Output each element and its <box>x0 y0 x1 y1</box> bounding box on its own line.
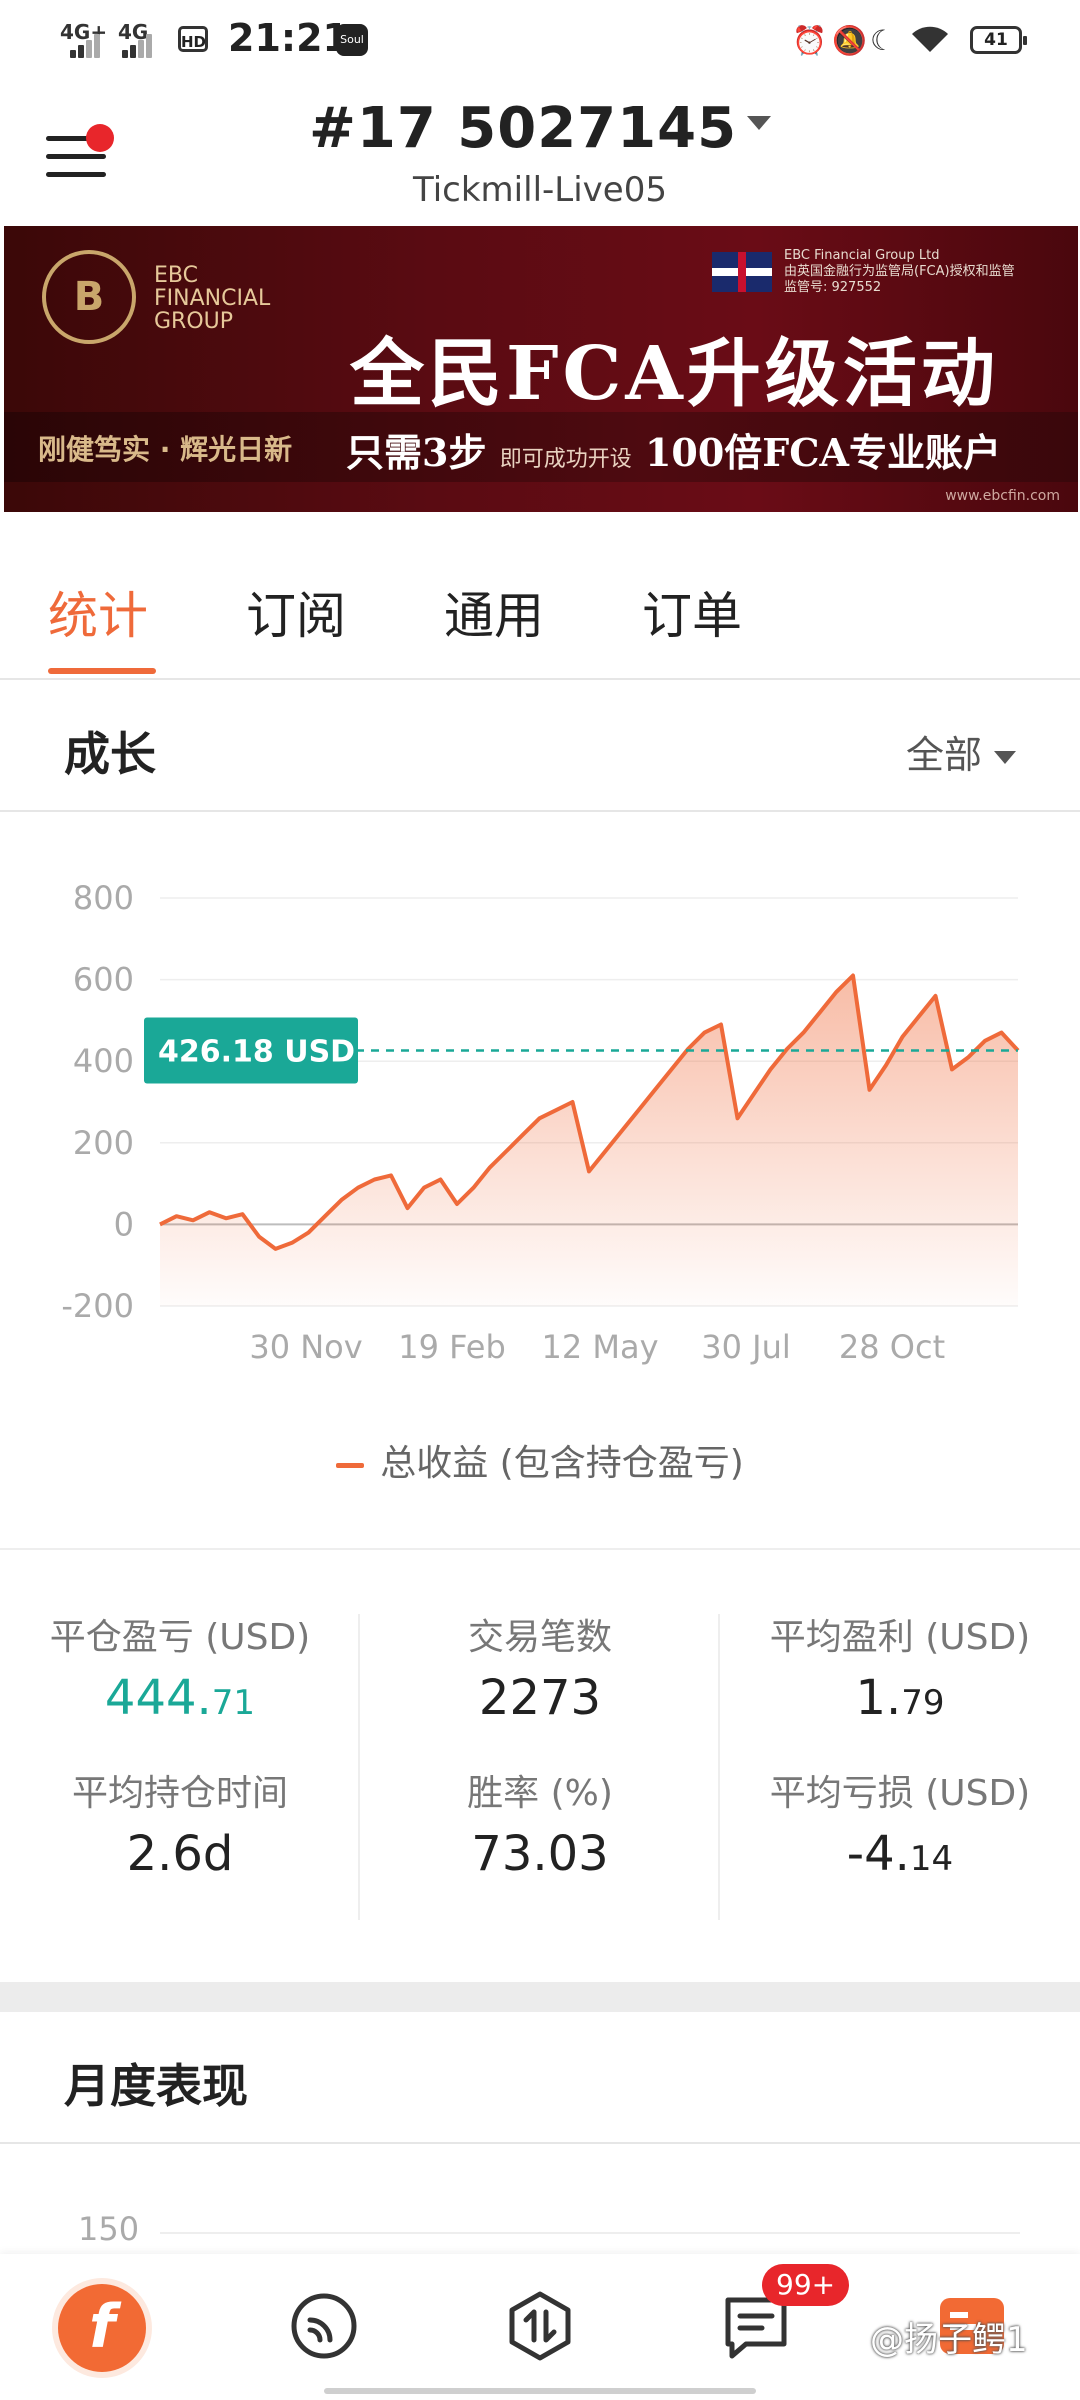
x-tick-label: 12 May <box>541 1328 658 1366</box>
messages-badge: 99+ <box>762 2264 850 2306</box>
stat-trade-count: 交易笔数 2273 <box>467 1617 612 1726</box>
monthly-title: 月度表现 <box>64 2059 248 2113</box>
chart-legend: 总收益 (包含持仓盈亏) <box>0 1434 1080 1486</box>
y-tick-label: -200 <box>61 1287 134 1325</box>
y-tick-label: 800 <box>73 879 134 917</box>
tab-orders[interactable]: 订单 <box>642 576 742 648</box>
chevron-down-icon <box>994 751 1016 764</box>
x-tick-label: 19 Feb <box>398 1328 506 1366</box>
clock: 21:21 <box>228 16 349 60</box>
legend-label: 总收益 (包含持仓盈亏) <box>380 1443 744 1484</box>
logo-text: EBC FINANCIAL GROUP <box>154 263 271 334</box>
stat-closed-pnl: 平仓盈亏 (USD) 444.71 <box>49 1617 311 1726</box>
soul-app-icon: Soul <box>336 24 368 56</box>
banner-slogan: 刚健笃实 · 辉光日新 <box>38 433 293 466</box>
monthly-y-tick: 150 <box>78 2210 140 2248</box>
x-tick-label: 28 Oct <box>839 1328 945 1366</box>
dnd-moon-icon: ☾ <box>870 24 896 57</box>
battery-icon: 41 <box>970 26 1027 54</box>
tab-statistics[interactable]: 统计 <box>48 576 148 648</box>
nav-home-button[interactable]: f <box>52 2278 152 2378</box>
stat-win-rate: 胜率 (%) 73.03 <box>467 1773 613 1882</box>
stat-avg-loss: 平均亏损 (USD) -4.14 <box>769 1773 1031 1882</box>
mute-icon: 🔕 <box>832 24 867 57</box>
x-tick-label: 30 Jul <box>701 1328 791 1366</box>
chevron-down-icon <box>747 115 772 130</box>
uk-flag-icon <box>712 252 772 292</box>
signal-icon <box>70 30 104 58</box>
broadcast-icon <box>291 2293 357 2359</box>
server-name: Tickmill-Live05 <box>413 170 667 210</box>
home-logo-icon: f <box>58 2284 146 2372</box>
growth-title: 成长 <box>64 727 156 781</box>
banner-url: www.ebcfin.com <box>945 488 1060 504</box>
ebc-logo-icon: B <box>42 250 136 344</box>
account-number: #17 5027145 <box>308 96 738 161</box>
wifi-icon <box>910 24 950 61</box>
nav-trade-button[interactable] <box>504 2290 576 2362</box>
signal-icon-2 <box>122 30 156 58</box>
watermark: @扬子鳄1 <box>870 2320 1028 2360</box>
banner-headline: 全民FCA升级活动 <box>350 331 999 417</box>
y-tick-label: 0 <box>114 1205 134 1243</box>
y-tick-label: 400 <box>73 1042 134 1080</box>
y-tick-label: 600 <box>73 961 134 999</box>
alarm-icon: ⏰ <box>792 24 827 57</box>
x-tick-label: 30 Nov <box>249 1328 362 1366</box>
tab-bar: 统计 订阅 通用 订单 <box>0 512 1080 680</box>
current-value-label: 426.18 USD <box>158 1035 355 1070</box>
y-tick-label: 200 <box>73 1124 134 1162</box>
monthly-section-header: 月度表现 <box>0 2012 1080 2144</box>
promo-banner[interactable]: B EBC FINANCIAL GROUP EBC Financial Group … <box>4 226 1078 512</box>
banner-steps: 只需3步 即可成功开设 100倍FCA专业账户 <box>346 430 1001 475</box>
status-bar: 4G+ 4G HD 21:21 Soul ⏰ 🔕 ☾ 41 <box>0 0 1080 80</box>
period-filter-dropdown[interactable]: 全部 <box>906 724 1016 779</box>
hd-icon: HD <box>178 26 208 52</box>
stat-avg-profit: 平均盈利 (USD) 1.79 <box>769 1617 1031 1726</box>
account-selector[interactable]: #17 5027145 <box>0 96 1080 161</box>
growth-section-header: 成长 全部 <box>0 680 1080 812</box>
active-tab-indicator <box>48 668 156 674</box>
nav-feed-button[interactable] <box>288 2290 360 2362</box>
tab-subscribe[interactable]: 订阅 <box>246 576 346 648</box>
legend-swatch <box>336 1462 365 1468</box>
regulation-text: EBC Financial Group Ltd 由英国金融行为监管局(FCA)授权… <box>784 248 1015 295</box>
stat-avg-hold-time: 平均持仓时间 2.6d <box>71 1773 288 1882</box>
tab-general[interactable]: 通用 <box>444 576 544 648</box>
trade-arrows-icon <box>509 2291 571 2361</box>
home-indicator <box>324 2388 756 2394</box>
